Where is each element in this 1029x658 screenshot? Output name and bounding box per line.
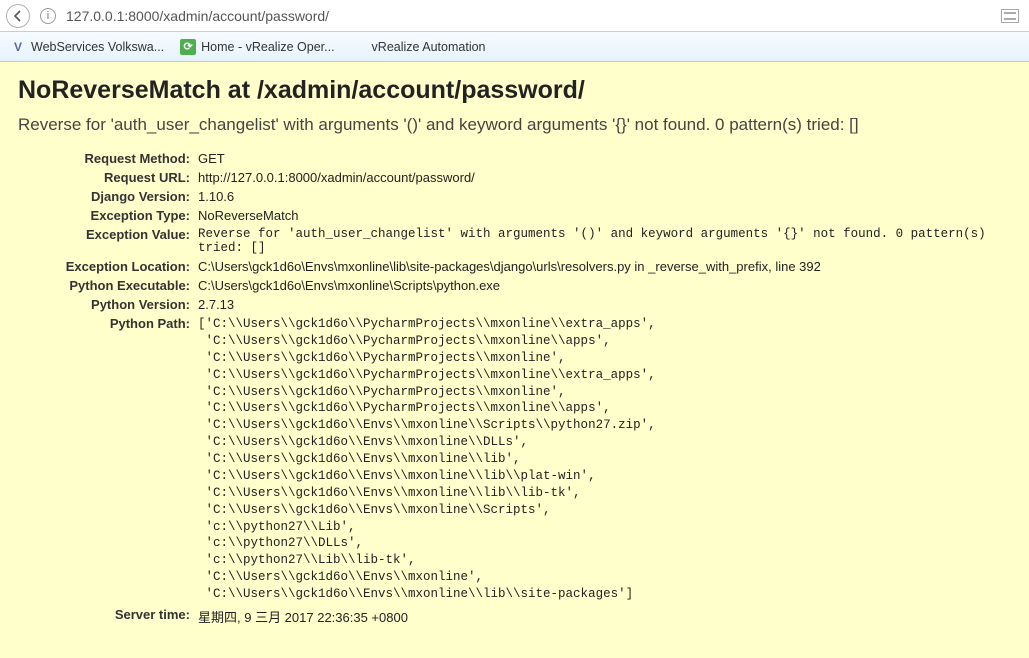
value-exception-type: NoReverseMatch [198, 206, 1011, 225]
value-server-time: 星期四, 9 三月 2017 22:36:35 +0800 [198, 605, 1011, 628]
row-request-method: Request Method: GET [18, 149, 1011, 168]
url-input[interactable] [66, 8, 995, 24]
error-title: NoReverseMatch at /xadmin/account/passwo… [18, 76, 1011, 105]
label-python-path: Python Path: [18, 314, 198, 605]
error-subtitle: Reverse for 'auth_user_changelist' with … [18, 115, 1011, 135]
label-python-version: Python Version: [18, 295, 198, 314]
bookmark-label: vRealize Automation [372, 40, 486, 54]
label-server-time: Server time: [18, 605, 198, 628]
django-error-page: NoReverseMatch at /xadmin/account/passwo… [0, 62, 1029, 658]
row-server-time: Server time: 星期四, 9 三月 2017 22:36:35 +08… [18, 605, 1011, 628]
bookmark-webservices[interactable]: V WebServices Volkswa... [10, 39, 164, 55]
bookmarks-bar: V WebServices Volkswa... ⟳ Home - vReali… [0, 32, 1029, 62]
url-bar[interactable] [64, 4, 997, 28]
label-request-url: Request URL: [18, 168, 198, 187]
back-button[interactable] [6, 4, 30, 28]
arrow-left-icon [12, 10, 24, 22]
bookmark-label: Home - vRealize Oper... [201, 40, 334, 54]
row-exception-value: Exception Value: Reverse for 'auth_user_… [18, 225, 1011, 257]
label-django-version: Django Version: [18, 187, 198, 206]
row-django-version: Django Version: 1.10.6 [18, 187, 1011, 206]
row-python-path: Python Path: ['C:\\Users\\gck1d6o\\Pycha… [18, 314, 1011, 605]
reader-mode-icon[interactable] [1001, 9, 1019, 23]
value-python-path: ['C:\\Users\\gck1d6o\\PycharmProjects\\m… [198, 314, 1011, 605]
site-info-icon[interactable]: i [40, 8, 56, 24]
label-request-method: Request Method: [18, 149, 198, 168]
bookmark-icon-squares [351, 39, 367, 55]
label-exception-type: Exception Type: [18, 206, 198, 225]
bookmark-icon-green: ⟳ [180, 39, 196, 55]
value-django-version: 1.10.6 [198, 187, 1011, 206]
row-exception-type: Exception Type: NoReverseMatch [18, 206, 1011, 225]
row-python-version: Python Version: 2.7.13 [18, 295, 1011, 314]
bookmark-vrealize-automation[interactable]: vRealize Automation [351, 39, 486, 55]
value-python-executable: C:\Users\gck1d6o\Envs\mxonline\Scripts\p… [198, 276, 1011, 295]
label-python-executable: Python Executable: [18, 276, 198, 295]
value-request-url: http://127.0.0.1:8000/xadmin/account/pas… [198, 168, 1011, 187]
row-python-executable: Python Executable: C:\Users\gck1d6o\Envs… [18, 276, 1011, 295]
value-request-method: GET [198, 149, 1011, 168]
label-exception-value: Exception Value: [18, 225, 198, 257]
error-summary-table: Request Method: GET Request URL: http://… [18, 149, 1011, 628]
label-exception-location: Exception Location: [18, 257, 198, 276]
row-request-url: Request URL: http://127.0.0.1:8000/xadmi… [18, 168, 1011, 187]
bookmark-vrealize-oper[interactable]: ⟳ Home - vRealize Oper... [180, 39, 334, 55]
value-exception-location: C:\Users\gck1d6o\Envs\mxonline\lib\site-… [198, 257, 1011, 276]
bookmark-label: WebServices Volkswa... [31, 40, 164, 54]
value-exception-value: Reverse for 'auth_user_changelist' with … [198, 225, 1011, 257]
browser-toolbar: i [0, 0, 1029, 32]
value-python-version: 2.7.13 [198, 295, 1011, 314]
bookmark-icon-v: V [10, 39, 26, 55]
row-exception-location: Exception Location: C:\Users\gck1d6o\Env… [18, 257, 1011, 276]
